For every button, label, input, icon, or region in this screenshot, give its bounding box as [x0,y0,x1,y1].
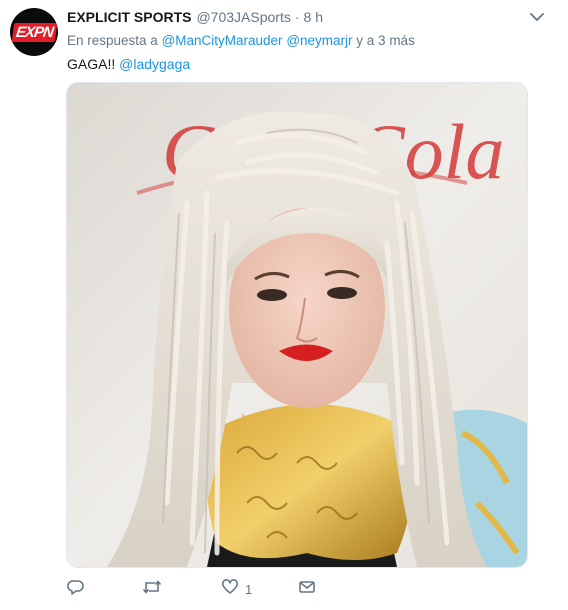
separator-dot: · [294,9,300,25]
avatar[interactable]: EXPN [10,8,58,56]
tweet[interactable]: EXPN EXPLICIT SPORTS @703JASports · 8 h … [0,0,568,610]
mention-ladygaga[interactable]: @ladygaga [119,56,190,72]
photo-illustration: Coca-Cola [67,83,527,567]
reply-suffix: y a 3 más [352,33,415,48]
tweet-text: GAGA!! @ladygaga [67,56,190,72]
tweet-header: EXPLICIT SPORTS @703JASports · 8 h [67,9,323,27]
tweet-actions: 1 [67,578,367,600]
user-handle[interactable]: @703JASports [196,9,290,25]
mention-mancitymarauder[interactable]: @ManCityMarauder [162,33,283,48]
retweet-button[interactable] [142,578,168,600]
reply-prefix: En respuesta a [67,33,162,48]
retweet-icon[interactable] [142,578,162,601]
display-name[interactable]: EXPLICIT SPORTS [67,9,191,25]
like-button[interactable]: 1 [221,578,252,600]
reply-context: En respuesta a @ManCityMarauder @neymarj… [67,33,415,48]
mention-neymarjr[interactable]: @neymarjr [286,33,352,48]
chevron-down-icon[interactable] [528,10,546,24]
tweet-text-body: GAGA!! [67,56,120,72]
timestamp[interactable]: 8 h [304,9,323,25]
avatar-logo: EXPN [11,22,57,42]
envelope-icon[interactable] [298,578,316,601]
tweet-photo[interactable]: Coca-Cola [66,82,528,568]
like-count: 1 [245,581,253,597]
direct-message-button[interactable] [298,578,322,600]
reply-icon[interactable] [67,578,85,601]
reply-button[interactable] [67,578,91,600]
heart-icon[interactable] [221,578,239,601]
